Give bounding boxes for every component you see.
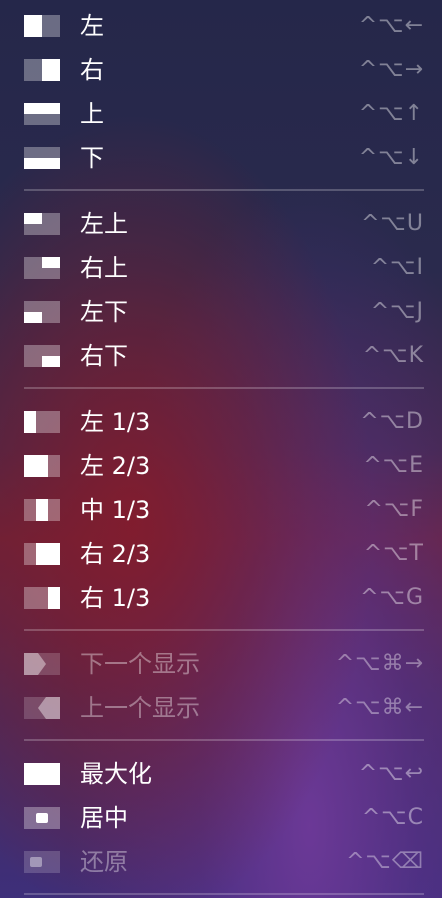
menu-item-bottom-right[interactable]: 右下 ^⌥K [0,334,442,378]
menu-item-shortcut: ^⌥E [363,453,424,478]
menu-item-shortcut: ^⌥F [364,497,424,522]
bottom-half-icon [24,147,60,169]
menu-item-shortcut: ^⌥⌘→ [335,651,424,676]
menu-item-top-right[interactable]: 右上 ^⌥I [0,246,442,290]
menu-item-maximize[interactable]: 最大化 ^⌥↩ [0,752,442,796]
menu-separator [24,189,424,191]
restore-window-icon [24,851,60,873]
center-third-icon [24,499,60,521]
menu-item-bottom-left[interactable]: 左下 ^⌥J [0,290,442,334]
menu-item-restore: 还原 ^⌥⌫ [0,840,442,884]
menu-item-label: 下 [80,144,104,172]
menu-item-right-two-thirds[interactable]: 右 2/3 ^⌥T [0,532,442,576]
menu-separator [24,387,424,389]
menu-item-right-third[interactable]: 右 1/3 ^⌥G [0,576,442,620]
menu-item-label: 最大化 [80,760,152,788]
menu-item-shortcut: ^⌥G [360,585,424,610]
menu-item-shortcut: ^⌥C [361,805,424,830]
menu-item-shortcut: ^⌥↑ [358,101,424,126]
menu-item-shortcut: ^⌥⌘← [335,695,424,720]
menu-item-shortcut: ^⌥U [361,211,424,236]
menu-item-label: 右下 [80,342,128,370]
left-third-icon [24,411,60,433]
menu-item-label: 左 [80,12,104,40]
menu-item-shortcut: ^⌥T [363,541,424,566]
menu-item-shortcut: ^⌥⌫ [346,849,424,874]
menu-item-label: 中 1/3 [80,496,151,524]
menu-item-shortcut: ^⌥J [370,299,424,324]
menu-item-label: 还原 [80,848,128,876]
menu-item-left-two-thirds[interactable]: 左 2/3 ^⌥E [0,444,442,488]
menu-item-bottom[interactable]: 下 ^⌥↓ [0,136,442,180]
menu-item-previous-display: 上一个显示 ^⌥⌘← [0,686,442,730]
menu-item-label: 上一个显示 [80,694,200,722]
menu-item-label: 左下 [80,298,128,326]
menu-item-label: 左上 [80,210,128,238]
top-half-icon [24,103,60,125]
right-two-thirds-icon [24,543,60,565]
next-display-icon [24,653,60,675]
menu-item-label: 下一个显示 [80,650,200,678]
menu-separator [24,629,424,631]
menu-item-label: 左 1/3 [80,408,151,436]
menu-item-center[interactable]: 居中 ^⌥C [0,796,442,840]
right-third-icon [24,587,60,609]
menu-item-top-left[interactable]: 左上 ^⌥U [0,202,442,246]
menu-item-shortcut: ^⌥← [358,13,424,38]
center-window-icon [24,807,60,829]
right-half-icon [24,59,60,81]
menu-separator [24,739,424,741]
menu-item-shortcut: ^⌥K [362,343,424,368]
bottom-right-quarter-icon [24,345,60,367]
menu-item-right[interactable]: 右 ^⌥→ [0,48,442,92]
top-left-quarter-icon [24,213,60,235]
menu-item-label: 左 2/3 [80,452,151,480]
menu-item-left-third[interactable]: 左 1/3 ^⌥D [0,400,442,444]
menu-item-shortcut: ^⌥↩ [358,761,424,786]
menu-separator [24,893,424,895]
previous-display-icon [24,697,60,719]
menu-item-center-third[interactable]: 中 1/3 ^⌥F [0,488,442,532]
left-two-thirds-icon [24,455,60,477]
menu-item-label: 右上 [80,254,128,282]
maximize-icon [24,763,60,785]
left-half-icon [24,15,60,37]
top-right-quarter-icon [24,257,60,279]
menu-item-shortcut: ^⌥I [370,255,424,280]
menu-item-shortcut: ^⌥D [360,409,424,434]
menu-item-label: 右 2/3 [80,540,151,568]
menu-item-label: 右 1/3 [80,584,151,612]
menu-item-shortcut: ^⌥→ [358,57,424,82]
bottom-left-quarter-icon [24,301,60,323]
menu-item-label: 居中 [80,804,128,832]
menu-item-label: 右 [80,56,104,84]
menu-item-left[interactable]: 左 ^⌥← [0,4,442,48]
menu-item-top[interactable]: 上 ^⌥↑ [0,92,442,136]
window-snap-menu: 左 ^⌥← 右 ^⌥→ 上 ^⌥↑ 下 ^⌥↓ 左上 ^⌥U 右上 ^⌥I 左下… [0,0,442,898]
menu-item-shortcut: ^⌥↓ [358,145,424,170]
menu-item-label: 上 [80,100,104,128]
menu-item-next-display: 下一个显示 ^⌥⌘→ [0,642,442,686]
